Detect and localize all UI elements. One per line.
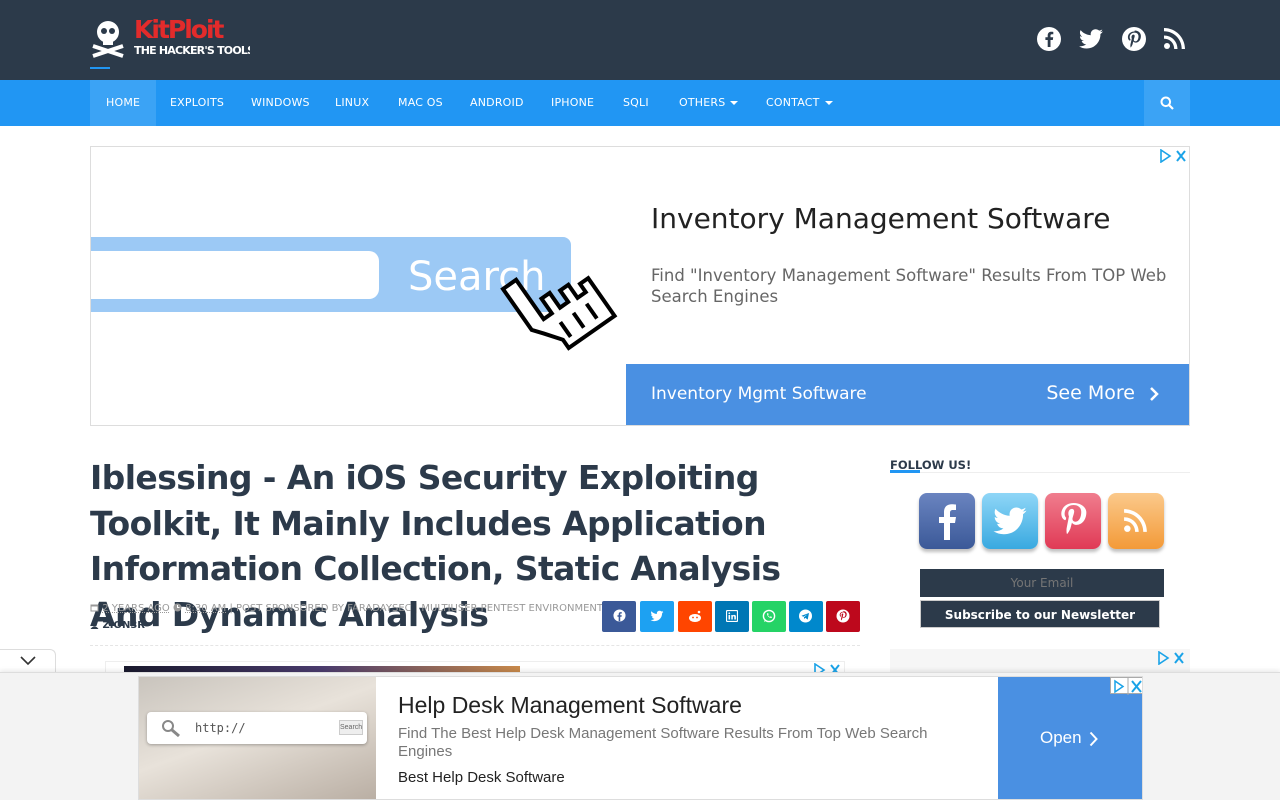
nav-item-android[interactable]: ANDROID [470, 80, 524, 126]
whatsapp-icon [762, 609, 776, 623]
site-logo[interactable]: KitPloit THE HACKER'S TOOLS [90, 12, 256, 60]
twitter-icon [993, 507, 1027, 535]
article-author[interactable]: ZION3R [90, 620, 145, 631]
chevron-right-icon [1150, 386, 1159, 401]
chevron-down-icon [20, 656, 36, 666]
main-nav: HOME EXPLOITS WINDOWS LINUX MAC OS ANDRO… [0, 80, 1280, 126]
pinterest-icon [836, 609, 850, 623]
share-twitter-button[interactable] [640, 601, 674, 632]
newsletter-email-input[interactable] [920, 569, 1164, 597]
twitter-icon[interactable] [1078, 26, 1106, 54]
article-sponsor[interactable]: | POST SPONSORED BY FARADAYSEC | MULTIUS… [229, 603, 603, 614]
author-name: ZION3R [102, 620, 145, 631]
user-icon [90, 620, 99, 629]
follow-twitter-button[interactable] [982, 493, 1038, 549]
ad-collapse-toggle[interactable] [0, 649, 56, 673]
follow-facebook-button[interactable] [919, 493, 975, 549]
telegram-icon [799, 609, 812, 623]
ad-title[interactable]: Inventory Management Software [651, 202, 1110, 235]
subscribe-button[interactable]: Subscribe to our Newsletter [920, 600, 1160, 628]
ad-link[interactable]: Inventory Mgmt Software [651, 384, 867, 404]
facebook-icon [613, 609, 626, 622]
share-telegram-button[interactable] [789, 601, 823, 632]
nav-item-iphone[interactable]: IPHONE [551, 80, 594, 126]
meta-divider [90, 645, 860, 646]
bottom-ad-choices[interactable] [1110, 677, 1142, 695]
share-pinterest-button[interactable] [826, 601, 860, 632]
nav-item-contact[interactable]: CONTACT [766, 80, 833, 126]
nav-item-windows[interactable]: WINDOWS [251, 80, 310, 126]
bottom-ad-title[interactable]: Help Desk Management Software [398, 692, 742, 719]
nav-item-linux[interactable]: LINUX [335, 80, 369, 126]
pinterest-icon [1061, 503, 1087, 534]
clock-icon [173, 603, 182, 612]
ad-description: Find "Inventory Management Software" Res… [651, 266, 1167, 306]
svg-text:KitPloit: KitPloit [134, 15, 225, 44]
pinterest-icon[interactable] [1121, 26, 1149, 54]
sticky-bottom-ad[interactable]: http:// Search Help Desk Management Soft… [138, 676, 1143, 800]
article-date[interactable]: 2 YEARS AGO [102, 603, 170, 614]
ad-cta-bar[interactable]: Inventory Mgmt Software See More [626, 364, 1189, 425]
ad-content: Inventory Management Software Find "Inve… [626, 147, 1189, 425]
top-ad-banner[interactable]: Search Inventory Management Software Fin… [90, 146, 1190, 426]
follow-pinterest-button[interactable] [1045, 493, 1101, 549]
share-reddit-button[interactable] [678, 601, 712, 632]
reddit-icon [689, 610, 701, 622]
nav-item-label: CONTACT [766, 96, 820, 109]
see-more-label: See More [1046, 382, 1135, 404]
bottom-ad-urlbar: http:// Search [147, 712, 367, 744]
bottom-ad-url-text: http:// [195, 721, 246, 735]
search-icon [1160, 96, 1174, 110]
ad-choices-icon[interactable] [1158, 148, 1188, 164]
article-time[interactable]: 8:30 AM [185, 603, 226, 614]
chevron-right-icon [1089, 731, 1098, 747]
sidebar-title-rule [890, 472, 1190, 473]
share-whatsapp-button[interactable] [752, 601, 786, 632]
bottom-ad-url-button: Search [339, 720, 363, 735]
open-label: Open [1040, 728, 1082, 747]
svg-text:THE HACKER'S TOOLS: THE HACKER'S TOOLS [134, 44, 250, 57]
calendar-icon [90, 604, 99, 612]
bottom-ad-description: Find The Best Help Desk Management Softw… [398, 725, 928, 760]
nav-item-home[interactable]: HOME [90, 80, 157, 126]
share-linkedin-button[interactable] [715, 601, 749, 632]
article-meta: 2 YEARS AGO 8:30 AM | POST SPONSORED BY … [90, 603, 603, 614]
follow-rss-button[interactable] [1108, 493, 1164, 549]
sidebar-title-accent [890, 470, 920, 473]
rss-icon[interactable] [1163, 26, 1191, 54]
site-header: KitPloit THE HACKER'S TOOLS [0, 0, 1280, 80]
ad-illustration: Search [91, 147, 626, 425]
nav-item-sqli[interactable]: SQLI [623, 80, 649, 126]
magnifier-icon [162, 720, 180, 737]
bottom-ad-link[interactable]: Best Help Desk Software [398, 769, 565, 786]
nav-item-macos[interactable]: MAC OS [398, 80, 443, 126]
nav-search-button[interactable] [1144, 80, 1190, 126]
see-more-button[interactable]: See More [1046, 382, 1159, 404]
facebook-icon[interactable] [1036, 26, 1064, 54]
twitter-icon [650, 610, 664, 622]
rss-icon [1124, 509, 1147, 532]
bottom-ad-image: http:// Search [139, 677, 376, 799]
nav-item-others[interactable]: OTHERS [679, 80, 739, 126]
nav-item-label: OTHERS [679, 96, 726, 109]
bottom-ad-open-button[interactable]: Open [998, 677, 1142, 799]
caret-down-icon [824, 101, 833, 105]
ad-choices-icon [1114, 678, 1142, 695]
caret-down-icon [730, 101, 739, 105]
ad-choices-icon[interactable] [1156, 650, 1186, 666]
facebook-icon [939, 504, 956, 540]
share-facebook-button[interactable] [602, 601, 636, 632]
nav-item-exploits[interactable]: EXPLOITS [170, 80, 224, 126]
logo-accent [90, 67, 110, 69]
linkedin-icon [726, 610, 738, 622]
